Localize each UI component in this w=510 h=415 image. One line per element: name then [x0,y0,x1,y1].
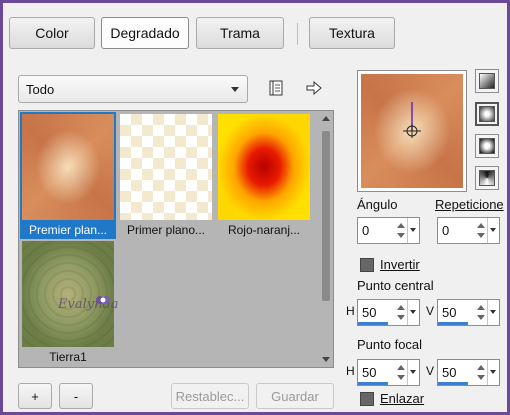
gradient-preview-swatch [361,74,463,188]
add-label: + [31,388,39,404]
tab-label: Trama [220,25,260,41]
remove-button[interactable]: - [59,383,93,409]
link-text: Enlazar [380,391,425,406]
chevron-down-icon[interactable] [407,300,418,325]
center-h-value: 50 [362,305,377,320]
tab-label: Textura [329,25,375,41]
gradient-item-rojo-naranja[interactable]: Rojo-naranj... [216,112,312,239]
add-button[interactable]: + [18,383,52,409]
gradient-swatch [120,114,212,220]
tab-texture[interactable]: Textura [309,17,395,49]
gradient-item-primer-plano[interactable]: Primer plano... [118,112,214,239]
library-icon[interactable] [265,77,287,99]
center-v-stepper[interactable]: 50 [437,299,500,326]
tab-gradient[interactable]: Degradado [101,17,189,49]
stepper-arrows-icon[interactable] [476,304,486,322]
tab-pattern[interactable]: Trama [196,17,284,49]
center-point-label: Punto central [357,278,434,293]
export-arrow-icon[interactable] [303,77,325,99]
linear-style-icon[interactable] [475,69,499,93]
link-label: Enlazar [380,391,424,406]
gradient-preview[interactable] [357,70,467,192]
gradient-item-label: Primer plano... [126,223,206,237]
stepper-arrows-icon[interactable] [396,364,406,382]
remove-label: - [73,388,79,404]
gradient-item-tierra1[interactable]: Evalynda Tierra1 [20,239,119,366]
focal-v-value: 50 [442,365,457,380]
flower-icon [96,296,110,304]
center-h-stepper[interactable]: 50 [357,299,420,326]
chevron-down-icon[interactable] [407,218,418,243]
scroll-thumb[interactable] [322,131,330,301]
reset-button[interactable]: Restablec... [171,383,249,409]
focal-v-level [438,382,468,385]
stepper-arrows-icon[interactable] [476,222,486,240]
chevron-down-icon[interactable] [487,218,498,243]
invert-checkbox[interactable] [360,258,374,272]
angle-label: Ángulo [357,197,398,212]
angle-value: 0 [362,223,370,238]
gradient-item-label: Rojo-naranj... [227,223,301,237]
gradient-swatch [20,112,116,222]
chevron-down-icon[interactable] [487,360,498,385]
gallery-scrollbar[interactable] [319,111,333,367]
repeats-label: Repeticione [435,197,504,212]
gradient-item-label: Premier plan... [28,223,108,237]
center-v-label: V [426,304,435,318]
invert-label: Invertir [380,257,420,272]
scroll-down-icon[interactable] [322,357,330,362]
focal-point-icon[interactable] [361,74,463,188]
category-dropdown[interactable]: Todo [18,75,248,103]
reset-label: Restablec... [175,388,245,404]
focal-h-label: H [346,364,355,378]
repeats-value: 0 [442,223,450,238]
focal-v-stepper[interactable]: 50 [437,359,500,386]
angle-stepper[interactable]: 0 [357,217,420,244]
category-value: Todo [26,81,55,97]
save-button[interactable]: Guardar [256,383,334,409]
gradient-item-label: Tierra1 [49,350,87,364]
focal-h-level [358,382,388,385]
tab-label: Degradado [110,25,180,41]
gradient-swatch [218,114,310,220]
chevron-down-icon[interactable] [407,360,418,385]
center-h-level [358,322,388,325]
sunburst-style-icon[interactable] [475,166,499,190]
stepper-arrows-icon[interactable] [396,222,406,240]
focal-v-label: V [426,364,435,378]
gradient-dialog: Color Degradado Trama Textura Todo Premi… [3,3,507,412]
focal-point-label: Punto focal [357,337,423,352]
link-checkbox[interactable] [360,392,374,406]
gradient-item-premier-plan[interactable]: Premier plan... [20,112,116,239]
tab-color[interactable]: Color [9,17,95,49]
focal-h-value: 50 [362,365,377,380]
gradient-gallery: Premier plan... Primer plano... Rojo-nar… [18,110,334,368]
repeats-stepper[interactable]: 0 [437,217,500,244]
rectangular-style-icon[interactable] [475,102,499,126]
stepper-arrows-icon[interactable] [396,304,406,322]
center-v-level [438,322,468,325]
scroll-up-icon[interactable] [322,116,330,121]
stepper-arrows-icon[interactable] [476,364,486,382]
chevron-down-icon[interactable] [487,300,498,325]
center-h-label: H [346,304,355,318]
radial-style-icon[interactable] [475,134,499,158]
chevron-down-icon [231,87,239,92]
invert-text: Invertir [380,257,420,272]
tab-divider [297,23,298,45]
center-v-value: 50 [442,305,457,320]
gradient-swatch: Evalynda [22,241,119,347]
tab-label: Color [35,25,69,41]
save-label: Guardar [271,388,319,404]
focal-h-stepper[interactable]: 50 [357,359,420,386]
